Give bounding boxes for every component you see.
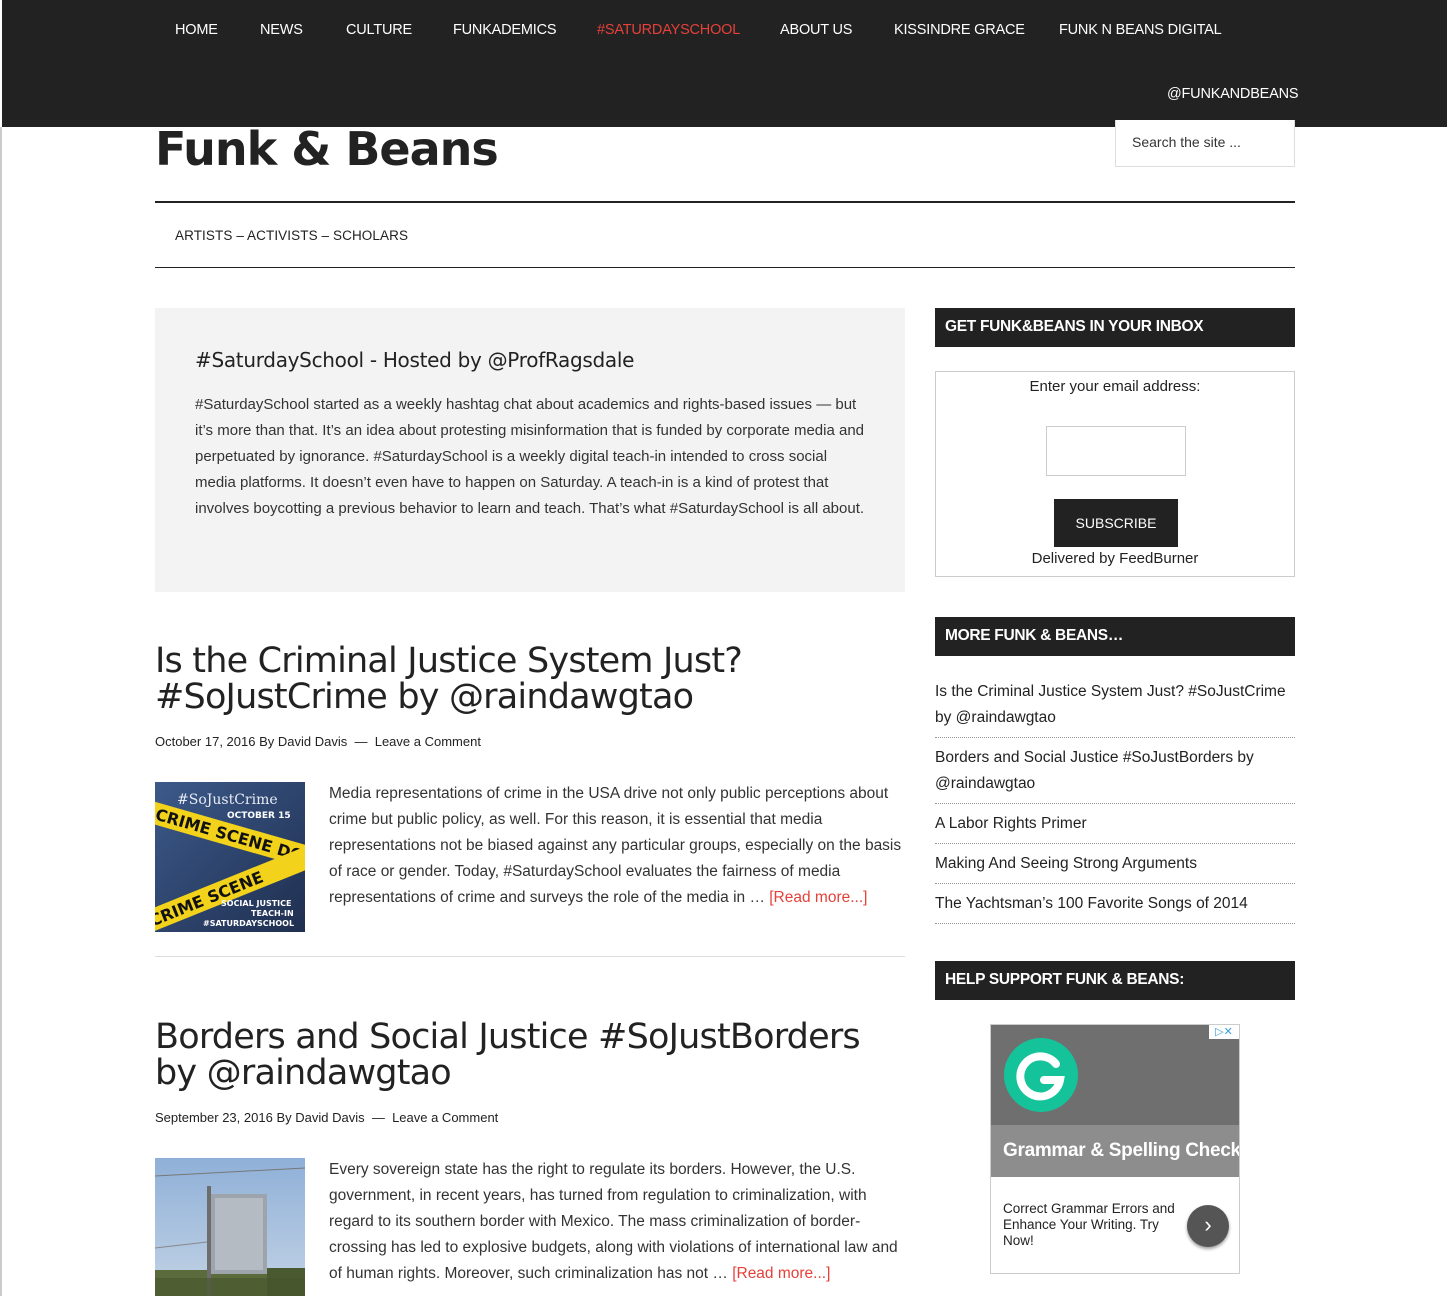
post-thumbnail[interactable] bbox=[155, 1158, 305, 1296]
thumb-tag: #SoJustCrime bbox=[177, 792, 278, 808]
post-by: By bbox=[259, 734, 275, 749]
email-field[interactable] bbox=[1046, 426, 1186, 476]
post-meta: October 17, 2016 By David Davis — Leave … bbox=[155, 734, 481, 749]
nav-funkandbeans[interactable]: @FUNKANDBEANS bbox=[1167, 86, 1299, 102]
leave-comment-link[interactable]: Leave a Comment bbox=[375, 734, 481, 749]
widget-title-inbox: GET FUNK&BEANS IN YOUR INBOX bbox=[935, 308, 1295, 347]
subnav-item-tagline[interactable]: ARTISTS – ACTIVISTS – SCHOLARS bbox=[175, 228, 408, 243]
thumb-line-1: SOCIAL JUSTICE bbox=[221, 899, 292, 908]
subscribe-widget: Enter your email address: SUBSCRIBE Deli… bbox=[935, 371, 1295, 577]
list-item[interactable]: The Yachtsman’s 100 Favorite Songs of 20… bbox=[935, 891, 1295, 924]
nav-news[interactable]: NEWS bbox=[260, 22, 303, 38]
chevron-right-icon[interactable]: › bbox=[1187, 1205, 1229, 1247]
border-fence-image bbox=[155, 1158, 305, 1296]
leave-comment-link[interactable]: Leave a Comment bbox=[392, 1110, 498, 1125]
nav-culture[interactable]: CULTURE bbox=[346, 22, 412, 38]
post-date: September 23, 2016 bbox=[155, 1110, 273, 1125]
post-excerpt: Media representations of crime in the US… bbox=[329, 781, 905, 911]
archive-description: #SaturdaySchool started as a weekly hash… bbox=[195, 396, 865, 517]
thumb-line-2: TEACH-IN bbox=[251, 909, 294, 918]
top-navigation: HOME NEWS CULTURE FUNKADEMICS #SATURDAYS… bbox=[2, 0, 1447, 127]
read-more-link[interactable]: [Read more...] bbox=[769, 889, 867, 906]
grammarly-logo-icon bbox=[1004, 1038, 1078, 1112]
post-by: By bbox=[276, 1110, 292, 1125]
ad-headline: Grammar & Spelling Check bbox=[991, 1125, 1239, 1177]
archive-intro: #SaturdaySchool - Hosted by @ProfRagsdal… bbox=[155, 308, 905, 592]
search-input[interactable]: Search the site ... bbox=[1115, 120, 1295, 167]
site-title[interactable]: Funk & Beans bbox=[155, 122, 499, 176]
meta-separator: — bbox=[371, 1110, 385, 1125]
subscribe-button[interactable]: SUBSCRIBE bbox=[1054, 499, 1178, 547]
crime-scene-image: #SoJustCrime OCTOBER 15 CRIME SCENE DO C… bbox=[155, 782, 305, 932]
read-more-link[interactable]: [Read more...] bbox=[732, 1265, 830, 1282]
thumb-line-3: #SATURDAYSCHOOL bbox=[203, 919, 294, 928]
meta-separator: — bbox=[354, 734, 368, 749]
email-label: Enter your email address: bbox=[1029, 378, 1201, 395]
nav-funkademics[interactable]: FUNKADEMICS bbox=[453, 22, 557, 38]
post-excerpt-text: Media representations of crime in the US… bbox=[329, 785, 902, 906]
list-item[interactable]: Borders and Social Justice #SoJustBorder… bbox=[935, 745, 1295, 804]
list-item[interactable]: A Labor Rights Primer bbox=[935, 811, 1295, 844]
post-author[interactable]: David Davis bbox=[295, 1110, 364, 1125]
nav-funk-n-beans-digital[interactable]: FUNK N BEANS DIGITAL bbox=[1059, 22, 1222, 38]
more-posts-list: Is the Criminal Justice System Just? #So… bbox=[935, 679, 1295, 931]
secondary-navigation: ARTISTS – ACTIVISTS – SCHOLARS bbox=[155, 201, 1295, 268]
ad-choices-icon[interactable]: ▷✕ bbox=[1209, 1025, 1239, 1039]
list-item[interactable]: Is the Criminal Justice System Just? #So… bbox=[935, 679, 1295, 738]
post-title[interactable]: Is the Criminal Justice System Just? #So… bbox=[155, 643, 905, 715]
post-thumbnail[interactable]: #SoJustCrime OCTOBER 15 CRIME SCENE DO C… bbox=[155, 782, 305, 932]
post-date: October 17, 2016 bbox=[155, 734, 256, 749]
post-title[interactable]: Borders and Social Justice #SoJustBorder… bbox=[155, 1019, 905, 1091]
nav-home[interactable]: HOME bbox=[175, 22, 218, 38]
post-divider bbox=[155, 956, 905, 957]
widget-title-support: HELP SUPPORT FUNK & BEANS: bbox=[935, 961, 1295, 1000]
list-item[interactable]: Making And Seeing Strong Arguments bbox=[935, 851, 1295, 884]
delivered-by: Delivered by FeedBurner bbox=[936, 550, 1294, 567]
nav-about-us[interactable]: ABOUT US bbox=[780, 22, 852, 38]
page-edge bbox=[0, 127, 2, 1296]
ad-body: Correct Grammar Errors and Enhance Your … bbox=[1003, 1201, 1175, 1248]
post-excerpt: Every sovereign state has the right to r… bbox=[329, 1157, 905, 1287]
widget-title-more: MORE FUNK & BEANS… bbox=[935, 617, 1295, 656]
thumb-date: OCTOBER 15 bbox=[227, 811, 291, 821]
nav-saturdayschool[interactable]: #SATURDAYSCHOOL bbox=[597, 22, 740, 38]
post-meta: September 23, 2016 By David Davis — Leav… bbox=[155, 1110, 498, 1125]
delivered-prefix: Delivered by bbox=[1031, 550, 1120, 567]
archive-title: #SaturdaySchool - Hosted by @ProfRagsdal… bbox=[195, 348, 635, 372]
nav-kissindre-grace[interactable]: KISSINDRE GRACE bbox=[894, 22, 1025, 38]
post-excerpt-text: Every sovereign state has the right to r… bbox=[329, 1161, 898, 1282]
post-author[interactable]: David Davis bbox=[278, 734, 347, 749]
feedburner-link[interactable]: FeedBurner bbox=[1119, 550, 1198, 567]
advertisement[interactable]: ▷✕ Grammar & Spelling Check Correct Gram… bbox=[990, 1024, 1240, 1274]
